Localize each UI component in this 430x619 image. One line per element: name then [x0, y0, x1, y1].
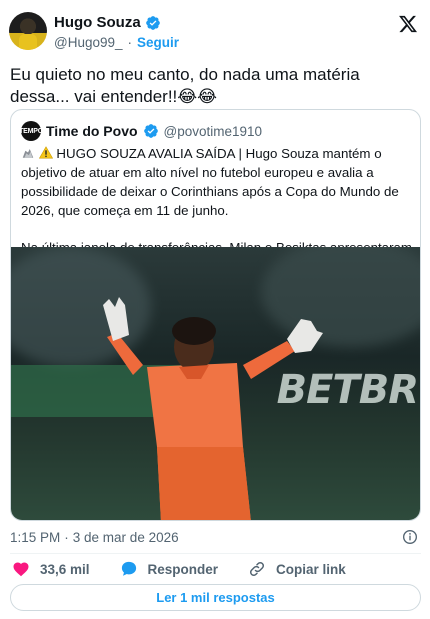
warning-emoji-icon [38, 146, 53, 159]
author-avatar[interactable] [9, 12, 47, 50]
quoted-paragraph-1-text: HUGO SOUZA AVALIA SAÍDA | Hugo Souza man… [21, 146, 399, 218]
tweet-actions: 33,6 mil Responder Copiar link [12, 560, 376, 578]
tweet-date: 3 de mar de 2026 [72, 530, 179, 545]
divider [10, 553, 421, 554]
quoted-paragraph-1: HUGO SOUZA AVALIA SAÍDA | Hugo Souza man… [21, 144, 413, 220]
tweet-text: Eu quieto no meu canto, do nada uma maté… [10, 65, 360, 106]
rock-emoji-icon [22, 149, 34, 158]
reply-label: Responder [147, 561, 219, 577]
quoted-photo[interactable]: BETBR [11, 247, 420, 520]
quoted-tweet[interactable]: TEMPO Time do Povo @povotime1910 HUGO SO… [10, 109, 421, 521]
quoted-header: TEMPO Time do Povo @povotime1910 [19, 121, 263, 141]
quoted-text: HUGO SOUZA AVALIA SAÍDA | Hugo Souza man… [21, 144, 413, 257]
quoted-avatar: TEMPO [19, 121, 43, 141]
info-icon[interactable] [402, 529, 418, 545]
separator-dot: · [127, 35, 133, 50]
tweet-timestamp[interactable]: 1:15 PM · 3 de mar de 2026 [10, 530, 179, 545]
author-handle[interactable]: @Hugo99_ [54, 35, 123, 50]
separator-dot: · [64, 530, 69, 545]
follow-button[interactable]: Seguir [137, 35, 179, 50]
author-name-row: Hugo Souza [54, 14, 161, 31]
quoted-handle: @povotime1910 [163, 123, 263, 139]
tweet-time: 1:15 PM [10, 530, 61, 545]
like-count: 33,6 mil [40, 561, 90, 577]
copy-link-button[interactable]: Copiar link [248, 560, 346, 578]
like-button[interactable]: 33,6 mil [12, 560, 90, 578]
read-replies-button[interactable]: Ler 1 mil respostas [10, 584, 421, 611]
x-logo-icon[interactable] [398, 14, 418, 34]
author-name[interactable]: Hugo Souza [54, 14, 141, 31]
heart-icon [13, 562, 29, 577]
verified-badge-icon [143, 124, 158, 138]
copy-link-label: Copiar link [276, 561, 346, 577]
reply-button[interactable]: Responder [120, 560, 219, 578]
quoted-name: Time do Povo [46, 123, 138, 139]
link-icon [250, 561, 265, 577]
verified-badge-icon [145, 15, 160, 30]
embedded-tweet-card: Hugo Souza @Hugo99_ · Seguir Eu quieto n… [0, 0, 430, 619]
speech-bubble-icon [121, 561, 136, 576]
goalkeeper-figure [103, 297, 323, 520]
author-handle-row: @Hugo99_ · Seguir [54, 35, 179, 50]
